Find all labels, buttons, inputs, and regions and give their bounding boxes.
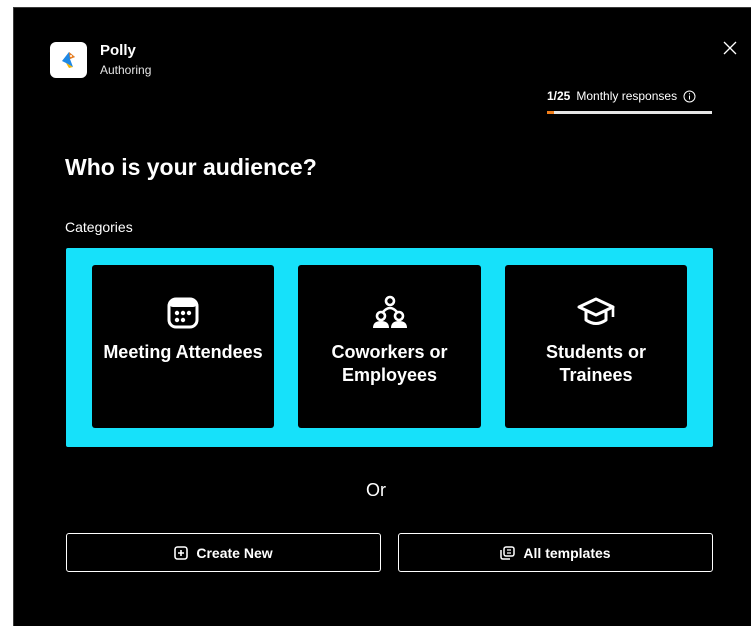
monthly-usage: 1/25 Monthly responses — [547, 89, 696, 103]
category-label: Meeting Attendees — [103, 342, 263, 362]
close-button[interactable] — [720, 38, 740, 58]
graduation-cap-icon — [576, 295, 616, 331]
all-templates-button[interactable]: All templates — [398, 533, 713, 572]
category-label: Students or Trainees — [545, 342, 646, 385]
app-subtitle: Authoring — [100, 63, 152, 77]
templates-icon — [500, 545, 516, 560]
all-templates-label: All templates — [523, 544, 611, 561]
usage-count: 1/25 — [547, 89, 571, 103]
screen-frame: Polly Authoring 1/25 Monthly responses W… — [0, 0, 751, 628]
or-separator: Or — [366, 480, 386, 500]
page-title: Who is your audience? — [65, 154, 317, 180]
polly-logo-icon — [50, 42, 87, 78]
polly-dialog: Polly Authoring 1/25 Monthly responses W… — [13, 7, 751, 626]
categories-panel: Meeting Attendees Coworkers or Employees — [66, 248, 713, 447]
category-card-meeting-attendees[interactable]: Meeting Attendees — [92, 265, 274, 428]
info-icon[interactable] — [683, 90, 696, 103]
people-group-icon — [370, 295, 410, 331]
usage-label: Monthly responses — [576, 89, 678, 103]
usage-progress-bar — [547, 111, 712, 114]
category-card-coworkers[interactable]: Coworkers or Employees — [298, 265, 481, 428]
category-label: Coworkers or Employees — [331, 342, 448, 385]
category-card-students[interactable]: Students or Trainees — [505, 265, 687, 428]
usage-progress-fill — [547, 111, 554, 114]
app-name: Polly — [100, 42, 136, 59]
create-new-label: Create New — [196, 544, 273, 561]
close-icon — [723, 41, 737, 55]
add-square-icon — [174, 545, 189, 560]
calendar-icon — [166, 295, 200, 331]
create-new-button[interactable]: Create New — [66, 533, 381, 572]
categories-label: Categories — [65, 219, 133, 235]
